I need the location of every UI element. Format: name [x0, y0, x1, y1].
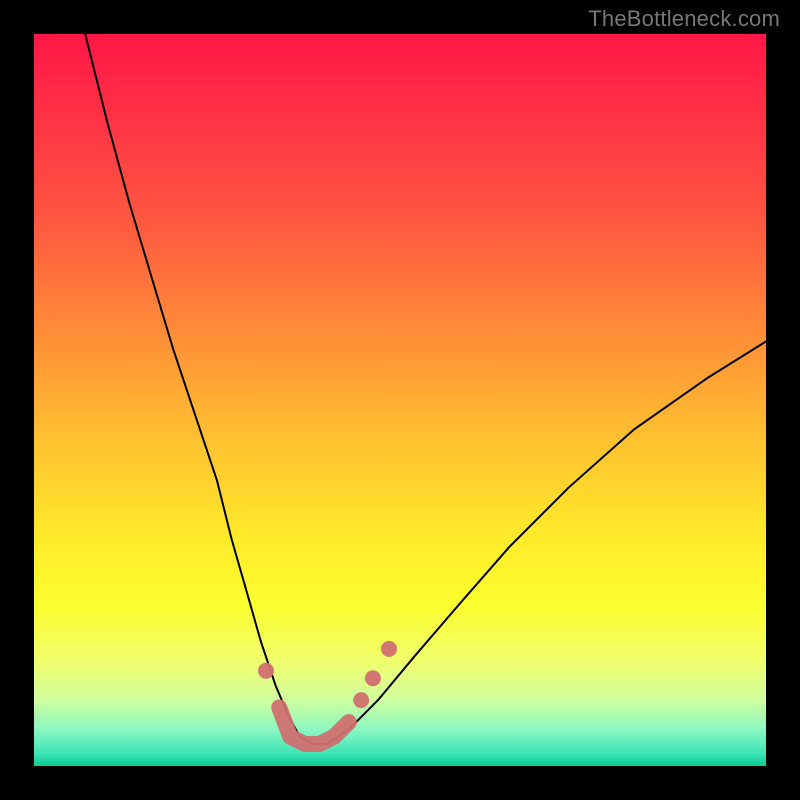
trough-dot [258, 663, 274, 679]
trough-highlight [279, 707, 349, 744]
watermark-text: TheBottleneck.com [588, 6, 780, 32]
trough-dot [365, 670, 381, 686]
trough-dot [353, 692, 369, 708]
trough-dots [258, 641, 397, 708]
bottleneck-curve [85, 34, 766, 744]
curve-svg [34, 34, 766, 766]
trough-dot [381, 641, 397, 657]
chart-frame: TheBottleneck.com [0, 0, 800, 800]
plot-area [34, 34, 766, 766]
